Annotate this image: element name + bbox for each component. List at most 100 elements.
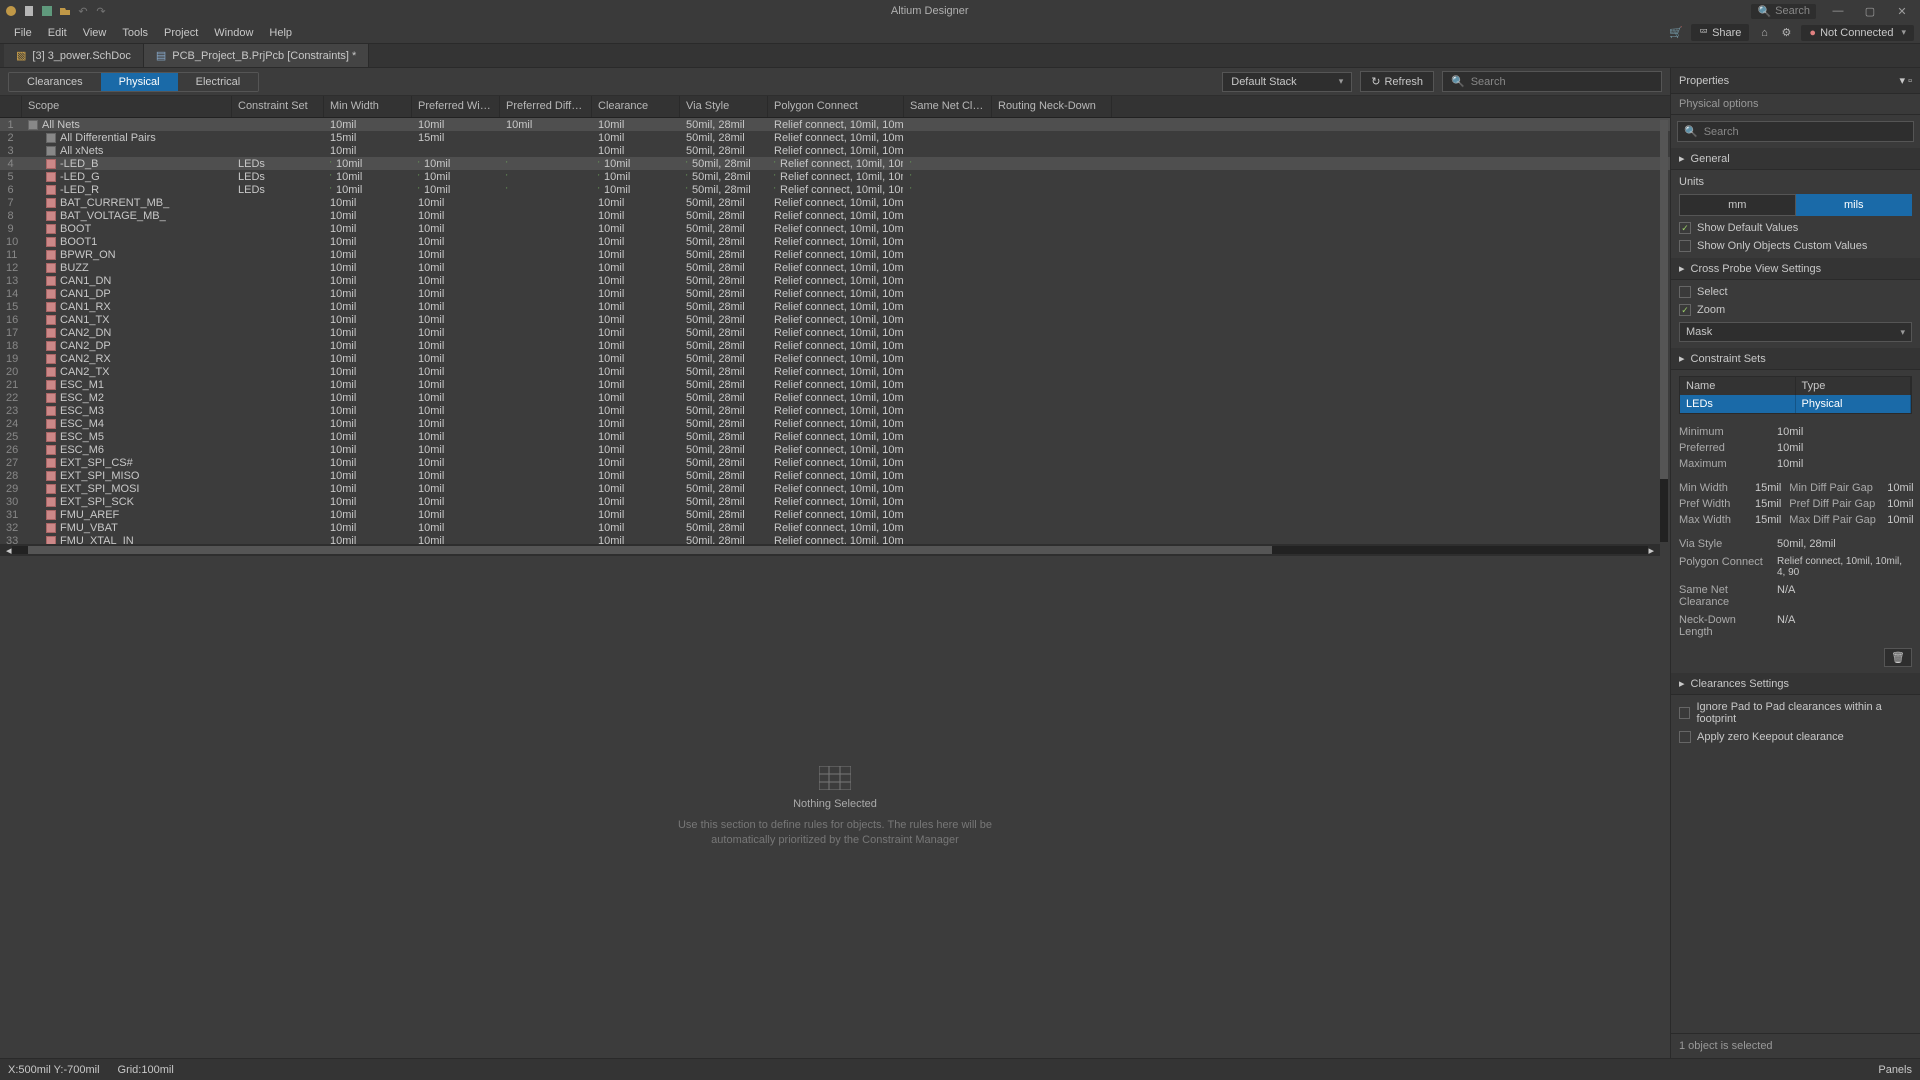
- net-icon: [46, 185, 56, 195]
- section-clearances-settings[interactable]: ▸ Clearances Settings: [1671, 673, 1920, 695]
- table-row[interactable]: 8BAT_VOLTAGE_MB_10mil10mil10mil50mil, 28…: [0, 209, 1670, 222]
- menu-tools[interactable]: Tools: [114, 25, 156, 41]
- table-row[interactable]: 31FMU_AREF10mil10mil10mil50mil, 28milRel…: [0, 508, 1670, 521]
- table-row[interactable]: 1All Nets10mil10mil10mil10mil50mil, 28mi…: [0, 118, 1670, 131]
- table-row[interactable]: 21ESC_M110mil10mil10mil50mil, 28milRelie…: [0, 378, 1670, 391]
- table-row[interactable]: 11BPWR_ON10mil10mil10mil50mil, 28milReli…: [0, 248, 1670, 261]
- section-cross-probe[interactable]: ▸ Cross Probe View Settings: [1671, 258, 1920, 280]
- col-scope[interactable]: Scope: [22, 96, 232, 117]
- table-row[interactable]: 25ESC_M510mil10mil10mil50mil, 28milRelie…: [0, 430, 1670, 443]
- table-row[interactable]: 5-LED_GLEDs'10mil'10mil''10mil'50mil, 28…: [0, 170, 1670, 183]
- table-row[interactable]: 10BOOT110mil10mil10mil50mil, 28milRelief…: [0, 235, 1670, 248]
- table-row[interactable]: 3All xNets10mil10mil50mil, 28milRelief c…: [0, 144, 1670, 157]
- app-icon: [4, 4, 18, 18]
- not-connected[interactable]: ●Not Connected: [1801, 25, 1914, 41]
- col-routing-neck-down[interactable]: Routing Neck-Down: [992, 96, 1112, 117]
- doc-tab-1[interactable]: ▧ [3] 3_power.SchDoc: [4, 44, 144, 67]
- minimize-button[interactable]: —: [1824, 2, 1852, 20]
- units-mils[interactable]: mils: [1796, 194, 1913, 216]
- mask-dropdown[interactable]: Mask: [1679, 322, 1912, 342]
- table-row[interactable]: 23ESC_M310mil10mil10mil50mil, 28milRelie…: [0, 404, 1670, 417]
- panel-menu-icon[interactable]: ▾ ▫: [1900, 74, 1912, 87]
- doc-tab-2[interactable]: ▤ PCB_Project_B.PrjPcb [Constraints] *: [144, 44, 369, 67]
- chk-zoom[interactable]: ✓: [1679, 304, 1691, 316]
- stack-dropdown[interactable]: Default Stack: [1222, 72, 1352, 92]
- refresh-button[interactable]: ↻Refresh: [1360, 71, 1434, 92]
- maximize-button[interactable]: ▢: [1856, 2, 1884, 20]
- table-row[interactable]: 13CAN1_DN10mil10mil10mil50mil, 28milReli…: [0, 274, 1670, 287]
- units-mm[interactable]: mm: [1679, 194, 1796, 216]
- open-icon[interactable]: [58, 4, 72, 18]
- table-row[interactable]: 16CAN1_TX10mil10mil10mil50mil, 28milReli…: [0, 313, 1670, 326]
- table-row[interactable]: 22ESC_M210mil10mil10mil50mil, 28milRelie…: [0, 391, 1670, 404]
- chk-apply-keepout[interactable]: [1679, 731, 1691, 743]
- chk-select[interactable]: [1679, 286, 1691, 298]
- col-min-width[interactable]: Min Width: [324, 96, 412, 117]
- close-button[interactable]: ✕: [1888, 2, 1916, 20]
- net-icon: [46, 406, 56, 416]
- tab-physical[interactable]: Physical: [101, 73, 178, 91]
- table-row[interactable]: 20CAN2_TX10mil10mil10mil50mil, 28milReli…: [0, 365, 1670, 378]
- status-grid: Grid:100mil: [118, 1064, 174, 1076]
- section-constraint-sets[interactable]: ▸ Constraint Sets: [1671, 348, 1920, 370]
- col-pref-width[interactable]: Preferred Width: [412, 96, 500, 117]
- tab-clearances[interactable]: Clearances: [9, 73, 101, 91]
- doc-icon: ▤: [156, 49, 166, 62]
- chk-show-default[interactable]: ✓: [1679, 222, 1691, 234]
- table-row[interactable]: 19CAN2_RX10mil10mil10mil50mil, 28milReli…: [0, 352, 1670, 365]
- vertical-scrollbar[interactable]: [1660, 120, 1668, 542]
- undo-icon[interactable]: ↶: [76, 4, 90, 18]
- table-row[interactable]: 15CAN1_RX10mil10mil10mil50mil, 28milReli…: [0, 300, 1670, 313]
- table-row[interactable]: 17CAN2_DN10mil10mil10mil50mil, 28milReli…: [0, 326, 1670, 339]
- titlebar-search[interactable]: 🔍 Search: [1751, 4, 1816, 19]
- col-constraint-set[interactable]: Constraint Set: [232, 96, 324, 117]
- buy-icon[interactable]: 🛒: [1669, 26, 1683, 40]
- constraint-sets-table[interactable]: NameType LEDsPhysical: [1679, 376, 1912, 414]
- menu-edit[interactable]: Edit: [40, 25, 75, 41]
- col-clearance[interactable]: Clearance: [592, 96, 680, 117]
- table-row[interactable]: 14CAN1_DP10mil10mil10mil50mil, 28milReli…: [0, 287, 1670, 300]
- table-row[interactable]: 2All Differential Pairs15mil15mil10mil50…: [0, 131, 1670, 144]
- status-coords: X:500mil Y:-700mil: [8, 1064, 100, 1076]
- net-icon: [46, 263, 56, 273]
- chk-ignore-pad[interactable]: [1679, 707, 1690, 719]
- menu-view[interactable]: View: [75, 25, 115, 41]
- share-button[interactable]: ⮹Share: [1691, 24, 1749, 41]
- chk-show-only-custom[interactable]: [1679, 240, 1691, 252]
- tab-electrical[interactable]: Electrical: [178, 73, 259, 91]
- section-general[interactable]: ▸ General: [1671, 148, 1920, 170]
- col-via-style[interactable]: Via Style: [680, 96, 768, 117]
- table-row[interactable]: 28EXT_SPI_MISO10mil10mil10mil50mil, 28mi…: [0, 469, 1670, 482]
- table-row[interactable]: 30EXT_SPI_SCK10mil10mil10mil50mil, 28mil…: [0, 495, 1670, 508]
- table-row[interactable]: 27EXT_SPI_CS#10mil10mil10mil50mil, 28mil…: [0, 456, 1670, 469]
- selection-status: 1 object is selected: [1671, 1033, 1920, 1058]
- table-row[interactable]: 24ESC_M410mil10mil10mil50mil, 28milRelie…: [0, 417, 1670, 430]
- table-row[interactable]: 18CAN2_DP10mil10mil10mil50mil, 28milReli…: [0, 339, 1670, 352]
- net-icon: [46, 380, 56, 390]
- delete-constraint-button[interactable]: 🗑: [1884, 648, 1912, 667]
- table-row[interactable]: 26ESC_M610mil10mil10mil50mil, 28milRelie…: [0, 443, 1670, 456]
- col-polygon-connect[interactable]: Polygon Connect: [768, 96, 904, 117]
- new-icon[interactable]: [22, 4, 36, 18]
- panels-button[interactable]: Panels: [1878, 1064, 1912, 1076]
- settings-icon[interactable]: ⚙: [1779, 26, 1793, 40]
- horizontal-scrollbar[interactable]: ◂▸: [0, 544, 1660, 556]
- properties-search[interactable]: 🔍Search: [1677, 121, 1914, 142]
- redo-icon[interactable]: ↷: [94, 4, 108, 18]
- col-same-net-clearance[interactable]: Same Net Clearance: [904, 96, 992, 117]
- home-icon[interactable]: ⌂: [1757, 26, 1771, 40]
- table-row[interactable]: 4-LED_BLEDs'10mil'10mil''10mil'50mil, 28…: [0, 157, 1670, 170]
- grid-search[interactable]: 🔍Search: [1442, 71, 1662, 92]
- table-row[interactable]: 32FMU_VBAT10mil10mil10mil50mil, 28milRel…: [0, 521, 1670, 534]
- menu-file[interactable]: File: [6, 25, 40, 41]
- table-row[interactable]: 12BUZZ10mil10mil10mil50mil, 28milRelief …: [0, 261, 1670, 274]
- menu-help[interactable]: Help: [261, 25, 300, 41]
- table-row[interactable]: 7BAT_CURRENT_MB_10mil10mil10mil50mil, 28…: [0, 196, 1670, 209]
- menu-window[interactable]: Window: [206, 25, 261, 41]
- col-pref-diff-pair-gap[interactable]: Preferred Diff Pair Gap: [500, 96, 592, 117]
- table-row[interactable]: 29EXT_SPI_MOSI10mil10mil10mil50mil, 28mi…: [0, 482, 1670, 495]
- save-icon[interactable]: [40, 4, 54, 18]
- menu-project[interactable]: Project: [156, 25, 206, 41]
- table-row[interactable]: 6-LED_RLEDs'10mil'10mil''10mil'50mil, 28…: [0, 183, 1670, 196]
- table-row[interactable]: 9BOOT10mil10mil10mil50mil, 28milRelief c…: [0, 222, 1670, 235]
